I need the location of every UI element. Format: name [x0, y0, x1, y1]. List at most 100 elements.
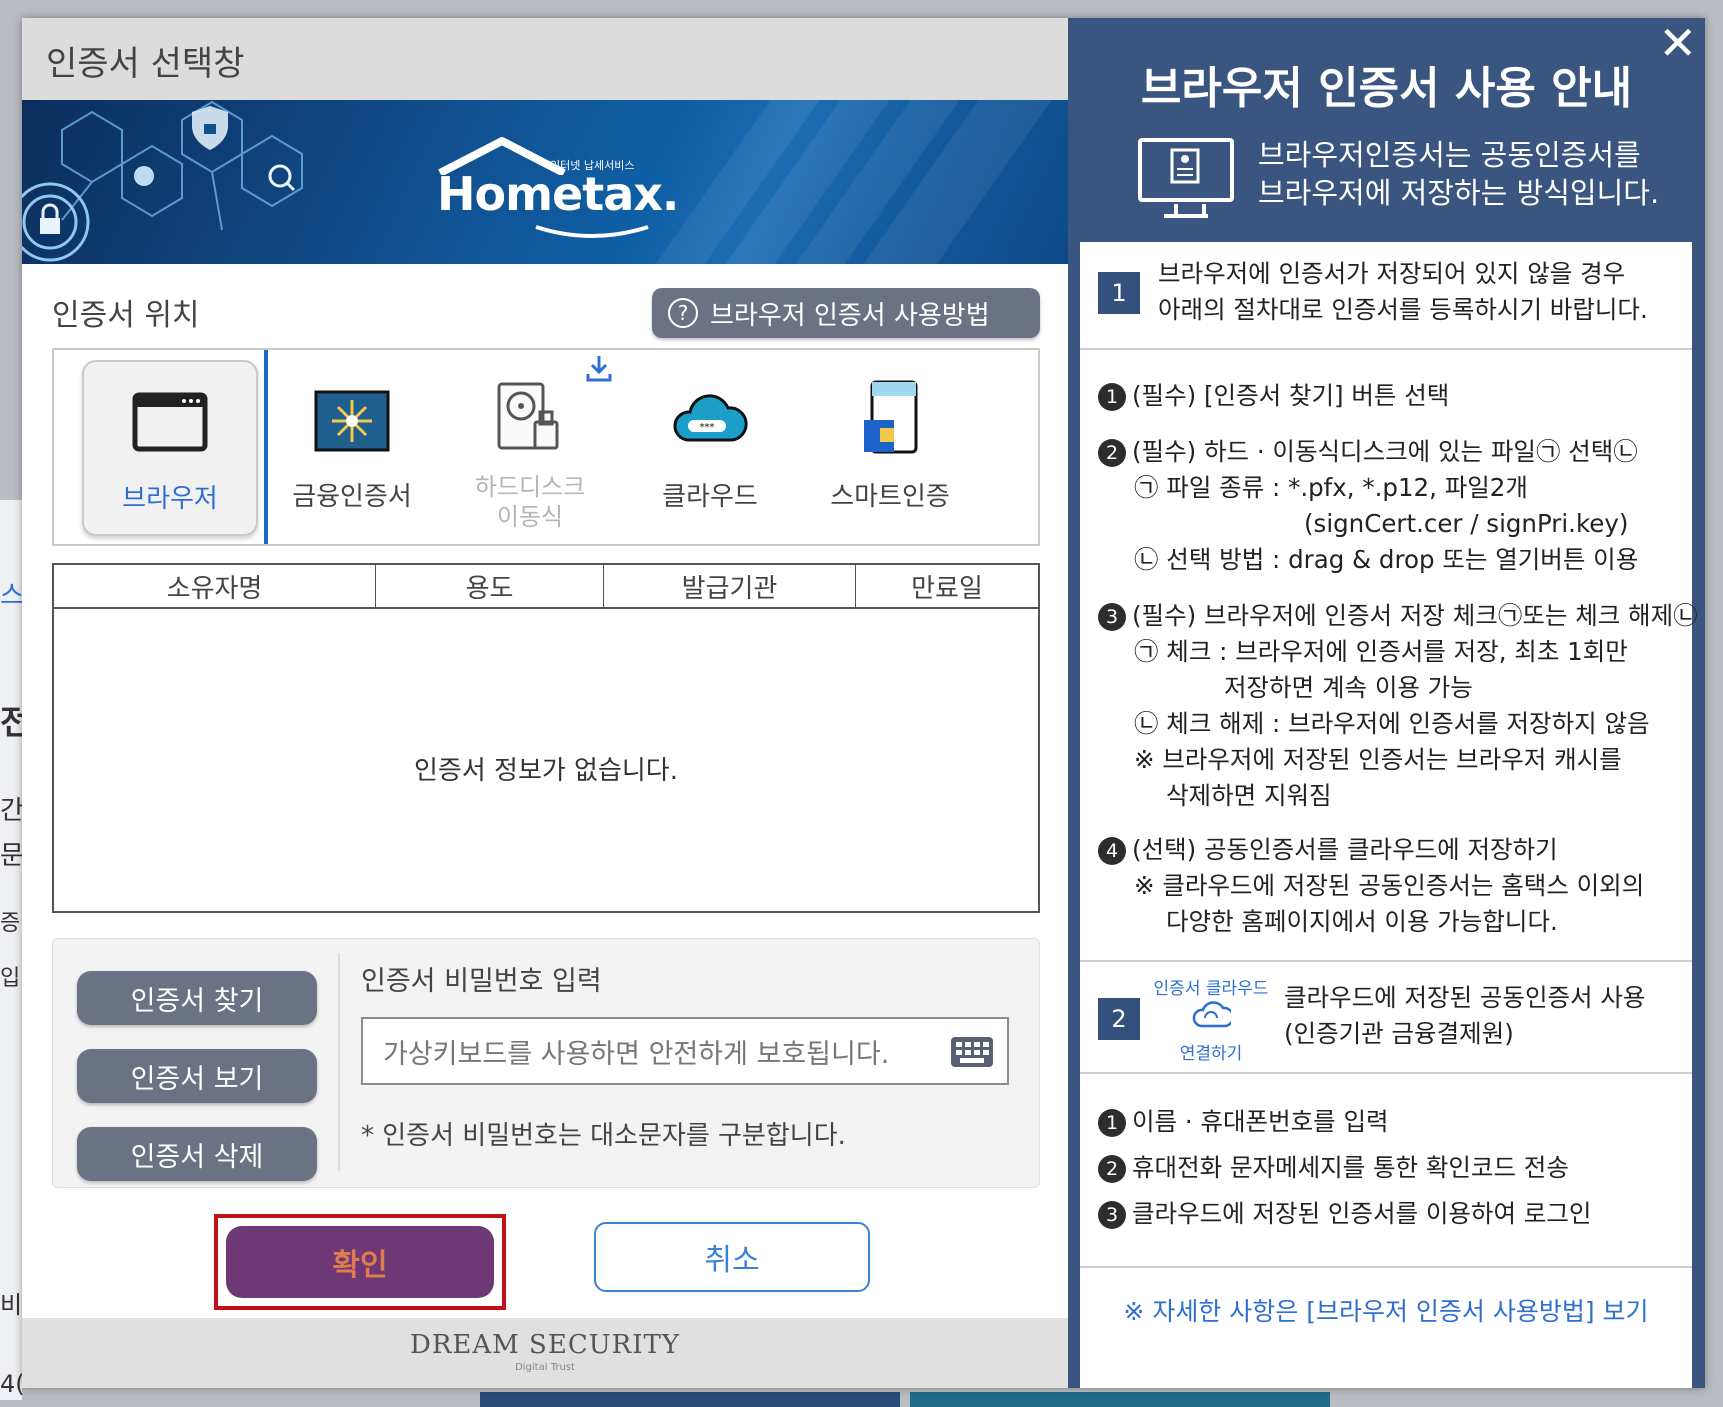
step-1: 1(필수) [인증서 찾기] 버튼 선택	[1098, 378, 1449, 413]
step-4-detail: 다양한 홈페이지에서 이용 가능합니다.	[1166, 904, 1558, 939]
location-label: 스마트인증	[802, 482, 978, 512]
step-text: 이름 · 휴대폰번호를 입력	[1132, 1107, 1389, 1136]
download-icon	[584, 354, 614, 384]
step-3-detail: 저장하면 계속 이용 가능	[1224, 670, 1473, 705]
hometax-logo: 인터넷 납세서비스 Hometax.	[432, 135, 672, 245]
certificate-password-input[interactable]: 가상키보드를 사용하면 안전하게 보호됩니다.	[361, 1017, 1009, 1085]
location-smart-cert[interactable]: 스마트인증	[802, 360, 978, 536]
harddisk-usb-icon	[495, 382, 565, 452]
certificate-table: 소유자명 용도 발급기관 만료일 인증서 정보가 없습니다.	[52, 563, 1040, 913]
browser-cert-howto-link[interactable]: ※ 자세한 사항은 [브라우저 인증서 사용방법] 보기	[1080, 1292, 1692, 1328]
certificate-dialog: 인증서 선택창	[22, 18, 1705, 1388]
background-fragment: 스	[0, 575, 24, 612]
smart-cert-icon	[860, 380, 920, 456]
cert-cloud-link-logo[interactable]: 인증서 클라우드 연결하기	[1146, 974, 1276, 1070]
step-number-icon: 1	[1098, 1109, 1126, 1137]
password-case-note: * 인증서 비밀번호는 대소문자를 구분합니다.	[361, 1115, 846, 1152]
step-number-icon: 3	[1098, 1201, 1126, 1229]
background-page-bar	[910, 1392, 1330, 1407]
more-info-area: ※ 자세한 사항은 [브라우저 인증서 사용방법] 보기	[1080, 1266, 1692, 1366]
step-text: 휴대전화 문자메세지를 통한 확인코드 전송	[1132, 1153, 1569, 1182]
find-certificate-button[interactable]: 인증서 찾기	[77, 971, 317, 1025]
cloud-step-3: 3클라우드에 저장된 인증서를 이용하여 로그인	[1098, 1196, 1591, 1231]
browser-cert-guide-panel: ✕ 브라우저 인증서 사용 안내 브라우저인증서는 공동인증서를 브라우저에 저…	[1068, 18, 1705, 1388]
step-text: (필수) [인증서 찾기] 버튼 선택	[1132, 381, 1449, 410]
step-4-detail: ※ 클라우드에 저장된 공동인증서는 홈택스 이외의	[1134, 868, 1644, 903]
step-number-icon: 1	[1098, 383, 1126, 411]
cloud-logo-bottom-text: 연결하기	[1146, 1039, 1276, 1064]
cloud-logo-top-text: 인증서 클라우드	[1146, 974, 1276, 999]
step-text: (필수) 브라우저에 인증서 저장 체크㉠또는 체크 해제㉡	[1132, 601, 1698, 630]
column-header-issuer[interactable]: 발급기관	[604, 565, 856, 607]
guide-intro-line: 브라우저에 저장하는 방식입니다.	[1258, 174, 1659, 212]
cancel-button[interactable]: 취소	[594, 1222, 870, 1292]
background-fragment: 간	[0, 790, 24, 827]
background-fragment: 4(	[0, 1370, 25, 1398]
certificate-table-header: 소유자명 용도 발급기관 만료일	[54, 565, 1038, 609]
section2-line: (인증기관 금융결제원)	[1284, 1016, 1514, 1051]
section2-line: 클라우드에 저장된 공동인증서 사용	[1284, 980, 1645, 1015]
column-header-usage[interactable]: 용도	[376, 565, 604, 607]
password-label: 인증서 비밀번호 입력	[361, 959, 602, 998]
step-3-detail: ㉡ 체크 해제 : 브라우저에 인증서를 저장하지 않음	[1134, 706, 1650, 741]
column-header-expiry[interactable]: 만료일	[856, 565, 1038, 607]
location-label: 클라우드	[622, 482, 798, 512]
location-harddisk-removable[interactable]: 하드디스크 이동식	[442, 360, 618, 536]
section2-header: 2 인증서 클라우드 연결하기 클라우드에 저장된 공동인증서 사용 (인증기관…	[1080, 960, 1692, 1072]
section1-line: 아래의 절차대로 인증서를 등록하시기 바랍니다.	[1158, 292, 1648, 327]
certificate-location-selector: 브라우저 금융인증서	[52, 348, 1040, 546]
step-number-icon: 2	[1098, 439, 1126, 467]
certificate-location-label: 인증서 위치	[52, 290, 200, 334]
step-number-icon: 3	[1098, 603, 1126, 631]
browser-help-label: 브라우저 인증서 사용방법	[710, 295, 990, 332]
background-page	[0, 500, 22, 1400]
step-text: 클라우드에 저장된 인증서를 이용하여 로그인	[1132, 1199, 1591, 1228]
background-fragment: 문	[0, 835, 24, 872]
browser-help-button[interactable]: ? 브라우저 인증서 사용방법	[652, 288, 1040, 338]
location-label: 브라우저	[84, 484, 256, 514]
ok-button[interactable]: 확인	[226, 1226, 494, 1298]
virtual-keyboard-icon[interactable]	[951, 1037, 993, 1067]
certificate-selection-panel: 인증서 선택창	[22, 18, 1068, 1388]
guide-intro: 브라우저인증서는 공동인증서를 브라우저에 저장하는 방식입니다.	[1258, 136, 1659, 212]
step-2-detail: (signCert.cer / signPri.key)	[1304, 506, 1628, 541]
step-3-detail: ※ 브라우저에 저장된 인증서는 브라우저 캐시를	[1134, 742, 1622, 777]
step-text: (선택) 공동인증서를 클라우드에 저장하기	[1132, 835, 1558, 864]
svg-text:***: ***	[700, 422, 715, 433]
step-text: (필수) 하드 · 이동식디스크에 있는 파일㉠ 선택㉡	[1132, 437, 1638, 466]
monitor-certificate-icon	[1138, 138, 1234, 202]
location-financial-cert[interactable]: 금융인증서	[264, 360, 440, 536]
location-browser[interactable]: 브라우저	[82, 360, 258, 536]
background-fragment: 입	[0, 960, 20, 992]
section1-line: 브라우저에 인증서가 저장되어 있지 않을 경우	[1158, 256, 1625, 291]
location-label: 금융인증서	[264, 482, 440, 512]
step-3: 3(필수) 브라우저에 인증서 저장 체크㉠또는 체크 해제㉡	[1098, 598, 1698, 633]
guide-intro-line: 브라우저인증서는 공동인증서를	[1258, 136, 1659, 174]
financial-cert-icon	[314, 390, 390, 452]
step-2-detail: ㉠ 파일 종류 : *.pfx, *.p12, 파일2개	[1134, 470, 1528, 505]
step-3-detail: ㉠ 체크 : 브라우저에 인증서를 저장, 최초 1회만	[1134, 634, 1628, 669]
guide-title: 브라우저 인증서 사용 안내	[1068, 52, 1705, 116]
column-header-owner[interactable]: 소유자명	[54, 565, 376, 607]
browser-window-icon	[132, 392, 208, 452]
step-number-icon: 2	[1098, 1155, 1126, 1183]
step-3-detail: 삭제하면 지워짐	[1166, 778, 1332, 813]
question-icon: ?	[668, 298, 698, 328]
dreamsecurity-logo: DREAM SECURITY	[22, 1330, 1068, 1360]
dreamsecurity-tagline: Digital Trust	[22, 1362, 1068, 1373]
location-label: 하드디스크 이동식	[442, 472, 618, 532]
password-placeholder: 가상키보드를 사용하면 안전하게 보호됩니다.	[383, 1032, 889, 1071]
background-fragment: 증	[0, 905, 20, 937]
delete-certificate-button[interactable]: 인증서 삭제	[77, 1127, 317, 1181]
view-certificate-button[interactable]: 인증서 보기	[77, 1049, 317, 1103]
cloud-step-2: 2휴대전화 문자메세지를 통한 확인코드 전송	[1098, 1150, 1569, 1185]
cloud-link-icon	[1191, 1000, 1231, 1032]
dialog-title: 인증서 선택창	[46, 36, 245, 85]
dialog-footer: DREAM SECURITY Digital Trust	[22, 1318, 1068, 1388]
hometax-logo-text: Hometax.	[437, 167, 678, 221]
background-page-bar	[480, 1392, 900, 1407]
ok-button-highlight: 확인	[214, 1214, 506, 1310]
cloud-icon: ***	[670, 390, 750, 450]
location-cloud[interactable]: *** 클라우드	[622, 360, 798, 536]
step-2-detail: ㉡ 선택 방법 : drag & drop 또는 열기버튼 이용	[1134, 542, 1638, 577]
